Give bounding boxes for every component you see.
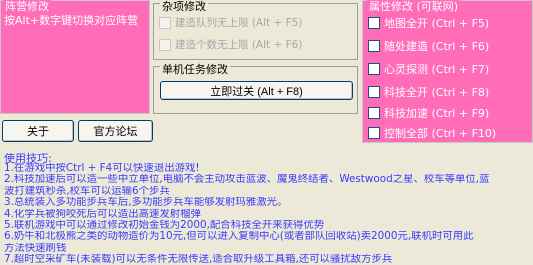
tech-speedup-label: 科技加速 (Ctrl + F9) (384, 107, 490, 120)
psychic-detect-label: 心灵探测 (Ctrl + F7) (384, 63, 490, 76)
instant-pass-button[interactable]: 立即过关 (Alt + F8) (160, 81, 353, 100)
psychic-detect-option[interactable]: 心灵探测 (Ctrl + F7) (368, 61, 489, 77)
tip-line: 方法快速刷钱 (4, 242, 67, 254)
faction-group: 阵营修改 按Alt+数字键切换对应阵营 (0, 0, 150, 114)
count-unlimited-option[interactable]: 建造个数无上限 (Alt + F6) (159, 37, 302, 52)
tip-line: 7.超时空采矿车(未装载)可以无条件无限传送,适合取升级工具箱,还可以骚扰敌方步… (4, 254, 393, 265)
queue-unlimited-option[interactable]: 建造队列无上限 (Alt + F5) (159, 15, 302, 30)
single-mission-group: 单机任务修改 立即过关 (Alt + F8) (153, 63, 358, 114)
control-all-option[interactable]: 控制全部 (Ctrl + F10) (368, 125, 496, 141)
official-forum-button[interactable]: 官方论坛 (78, 120, 153, 142)
control-all-checkbox[interactable] (368, 127, 380, 139)
tips-lines: 1.在游戏中按Ctrl + F4可以快速退出游戏! 2.科技加速后可以造一些中立… (4, 163, 529, 265)
build-anywhere-checkbox[interactable] (368, 40, 380, 52)
single-mission-group-title: 单机任务修改 (160, 63, 230, 76)
tech-all-option[interactable]: 科技全开 (Ctrl + F8) (368, 84, 489, 100)
control-all-label: 控制全部 (Ctrl + F10) (384, 127, 497, 140)
tips-text-area[interactable]: 使用技巧: 1.在游戏中按Ctrl + F4可以快速退出游戏! 2.科技加速后可… (0, 148, 533, 265)
tech-speedup-checkbox[interactable] (368, 107, 380, 119)
tip-line: 3.总统装入多功能步兵车后,多功能步兵车能够发射玛雅激光。 (4, 197, 288, 209)
tip-line: 波打建筑秒杀,校车可以运输6个步兵 (4, 185, 170, 197)
queue-unlimited-label: 建造队列无上限 (Alt + F5) (175, 17, 303, 29)
tip-line: 1.在游戏中按Ctrl + F4可以快速退出游戏! (4, 163, 200, 174)
queue-unlimited-checkbox[interactable] (159, 16, 171, 29)
count-unlimited-label: 建造个数无上限 (Alt + F6) (175, 39, 303, 51)
map-reveal-label: 地图全开 (Ctrl + F5) (384, 17, 490, 30)
misc-group: 杂项修改 建造队列无上限 (Alt + F5) 建造个数无上限 (Alt + F… (153, 0, 358, 60)
map-reveal-option[interactable]: 地图全开 (Ctrl + F5) (368, 15, 489, 31)
about-button[interactable]: 关于 (2, 120, 74, 142)
tech-all-checkbox[interactable] (368, 86, 380, 98)
tip-line: 4.化学兵被狗咬死后可以造出高速发射榴弹 (4, 208, 201, 220)
psychic-detect-checkbox[interactable] (368, 63, 380, 75)
build-anywhere-label: 随处建造 (Ctrl + F6) (384, 40, 490, 53)
property-group-title: 属性修改 (可联网) (367, 0, 461, 13)
tip-line: 2.科技加速后可以造一些中立单位,电脑不会主动攻击蓝波、魔鬼终结者、Westwo… (4, 174, 490, 186)
tech-speedup-option[interactable]: 科技加速 (Ctrl + F9) (368, 105, 489, 121)
property-group: 属性修改 (可联网) 地图全开 (Ctrl + F5) 随处建造 (Ctrl +… (362, 0, 533, 143)
tip-line: 6.奶牛和北极熊之类的动物造价为10元,但可以进入复制中心(或者部队回收站)卖2… (4, 231, 474, 243)
build-anywhere-option[interactable]: 随处建造 (Ctrl + F6) (368, 38, 489, 54)
tip-line: 5.联机游戏中可以通过修改初始金钱为2000,配合科技全开来获得优势 (4, 220, 325, 232)
map-reveal-checkbox[interactable] (368, 17, 380, 29)
tech-all-label: 科技全开 (Ctrl + F8) (384, 86, 490, 99)
faction-group-title: 阵营修改 (3, 0, 51, 13)
count-unlimited-checkbox[interactable] (159, 38, 171, 51)
misc-group-title: 杂项修改 (160, 0, 208, 13)
faction-hint: 按Alt+数字键切换对应阵营 (4, 14, 139, 27)
